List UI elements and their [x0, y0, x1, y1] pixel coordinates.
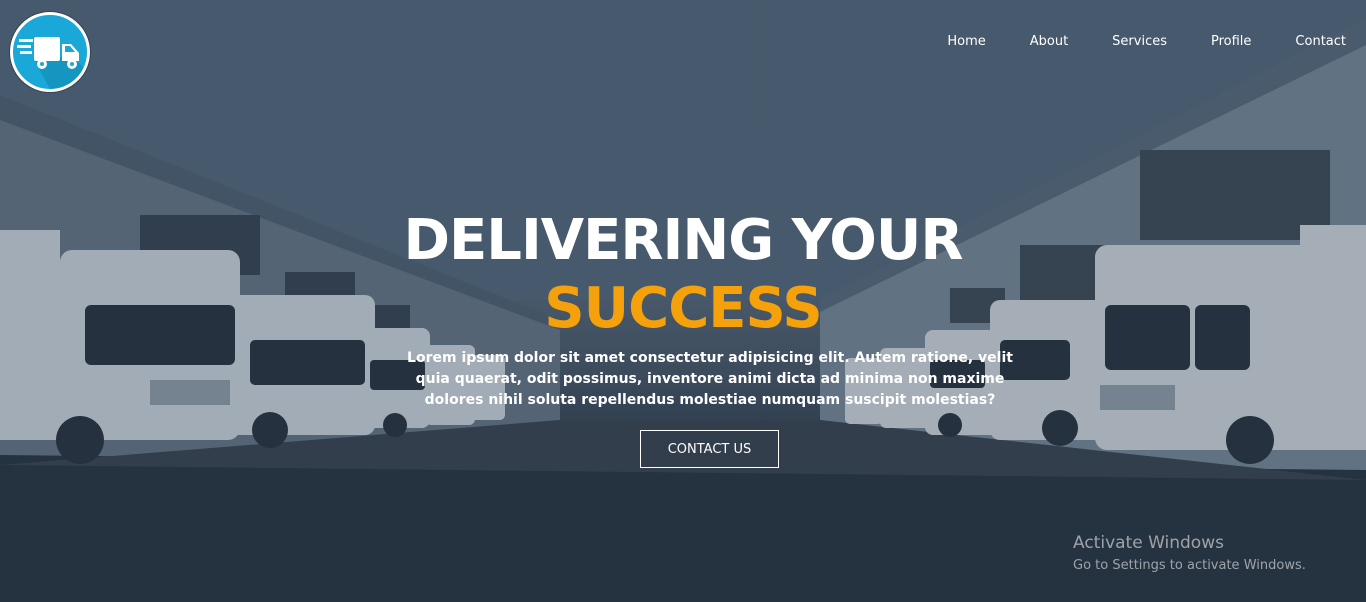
- delivery-truck-icon: [17, 37, 87, 89]
- hero-headline: DELIVERING YOUR SUCCESS: [0, 208, 1366, 344]
- nav-about-link[interactable]: About: [1030, 34, 1068, 49]
- headline-line-2: SUCCESS: [544, 276, 822, 341]
- site-logo[interactable]: [10, 12, 90, 92]
- main-nav: Home About Services Profile Contact: [903, 34, 1346, 49]
- windows-activation-watermark: Activate Windows Go to Settings to activ…: [1073, 532, 1306, 576]
- headline-line-1: DELIVERING YOUR: [403, 208, 964, 273]
- hero-section: Home About Services Profile Contact DELI…: [0, 0, 1366, 602]
- nav-profile-link[interactable]: Profile: [1211, 34, 1251, 49]
- contact-us-button[interactable]: CONTACT US: [640, 430, 779, 468]
- nav-home-link[interactable]: Home: [947, 34, 985, 49]
- nav-contact-link[interactable]: Contact: [1295, 34, 1346, 49]
- hero-description: Lorem ipsum dolor sit amet consectetur a…: [407, 350, 1013, 408]
- nav-services-link[interactable]: Services: [1112, 34, 1167, 49]
- watermark-title: Activate Windows: [1073, 533, 1224, 553]
- watermark-subtitle: Go to Settings to activate Windows.: [1073, 558, 1306, 573]
